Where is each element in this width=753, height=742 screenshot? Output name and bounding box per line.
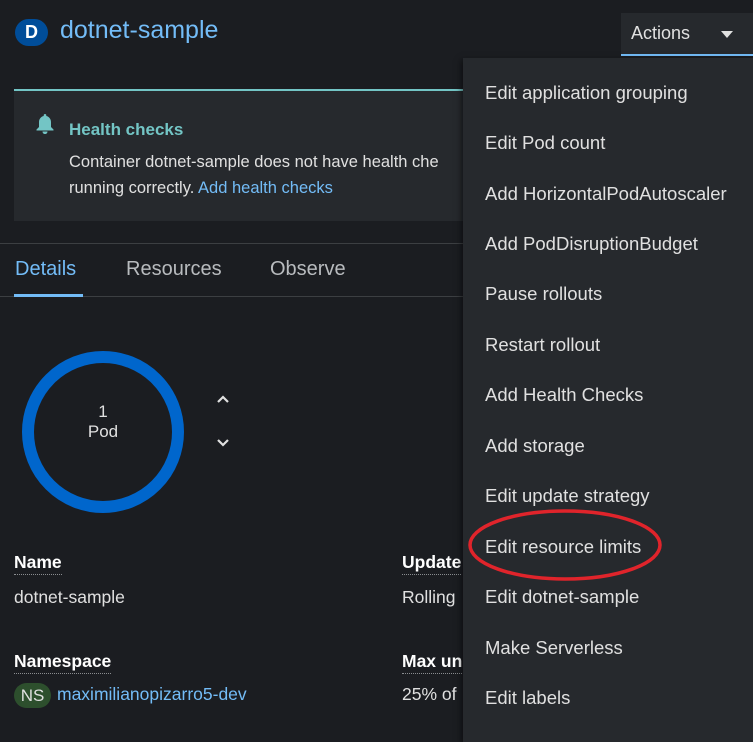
namespace-badge: NS xyxy=(14,683,51,708)
namespace-link[interactable]: maximilianopizarro5-dev xyxy=(57,684,247,705)
actions-label: Actions xyxy=(631,23,691,43)
menu-item-edit-application-grouping[interactable]: Edit application grouping xyxy=(463,68,753,118)
menu-item-add-hpa[interactable]: Add HorizontalPodAutoscaler xyxy=(463,169,753,219)
caret-down-icon xyxy=(721,31,733,38)
pod-label: Pod xyxy=(87,422,119,441)
max-unavailable-value: 25% of xyxy=(402,684,457,704)
menu-item-edit-resource-limits[interactable]: Edit resource limits xyxy=(463,522,753,572)
menu-item-edit-dotnet-sample[interactable]: Edit dotnet-sample xyxy=(463,572,753,622)
tab-bar: Details Resources Observe xyxy=(0,243,470,297)
increase-pod-count-icon[interactable] xyxy=(214,393,232,405)
menu-item-restart-rollout[interactable]: Restart rollout xyxy=(463,320,753,370)
actions-menu: Edit application grouping Edit Pod count… xyxy=(463,58,753,742)
tab-details[interactable]: Details xyxy=(15,258,76,281)
alert-body: Container dotnet-sample does not have he… xyxy=(69,149,509,201)
namespace-label: Namespace xyxy=(14,651,112,674)
page-title: dotnet-sample xyxy=(60,16,219,44)
menu-item-add-health-checks[interactable]: Add Health Checks xyxy=(463,370,753,420)
max-unavailable-label: Max un xyxy=(402,651,463,674)
menu-item-add-storage[interactable]: Add storage xyxy=(463,421,753,471)
alert-body-text-line2: running correctly. xyxy=(69,179,195,197)
add-health-checks-link[interactable]: Add health checks xyxy=(198,179,333,197)
tab-resources[interactable]: Resources xyxy=(126,258,222,281)
name-label: Name xyxy=(14,552,62,575)
actions-dropdown-button[interactable]: Actions xyxy=(621,13,753,56)
menu-item-edit-update-strategy[interactable]: Edit update strategy xyxy=(463,471,753,521)
resource-badge: D xyxy=(15,19,48,46)
update-strategy-label: Update xyxy=(402,552,462,575)
name-value: dotnet-sample xyxy=(14,587,125,607)
menu-item-add-pdb[interactable]: Add PodDisruptionBudget xyxy=(463,219,753,269)
menu-item-edit-pod-count[interactable]: Edit Pod count xyxy=(463,118,753,168)
alert-title: Health checks xyxy=(69,120,184,139)
tab-observe[interactable]: Observe xyxy=(270,258,346,281)
pod-count: 1 xyxy=(98,402,108,421)
menu-item-edit-labels[interactable]: Edit labels xyxy=(463,673,753,723)
bell-icon xyxy=(36,114,54,134)
menu-item-pause-rollouts[interactable]: Pause rollouts xyxy=(463,269,753,319)
alert-body-text: Container dotnet-sample does not have he… xyxy=(69,153,439,171)
update-strategy-value: Rolling xyxy=(402,587,456,607)
menu-item-make-serverless[interactable]: Make Serverless xyxy=(463,623,753,673)
active-tab-indicator xyxy=(14,294,83,297)
decrease-pod-count-icon[interactable] xyxy=(214,437,232,449)
health-checks-alert: Health checks Container dotnet-sample do… xyxy=(14,89,514,221)
